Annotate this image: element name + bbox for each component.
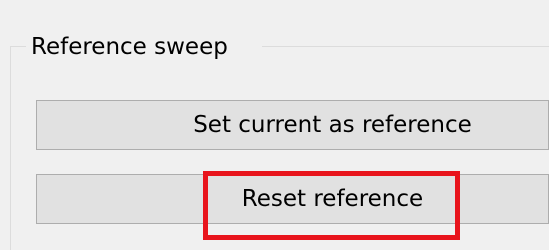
set-current-as-reference-button[interactable]: Set current as reference: [36, 100, 549, 150]
group-border-top-right: [262, 46, 549, 47]
reference-sweep-panel: Reference sweep Set current as reference…: [0, 0, 549, 250]
group-border-left: [10, 46, 11, 250]
reference-sweep-group-title: Reference sweep: [28, 33, 231, 61]
group-border-top-left: [10, 46, 26, 47]
reset-reference-button[interactable]: Reset reference: [36, 174, 549, 224]
